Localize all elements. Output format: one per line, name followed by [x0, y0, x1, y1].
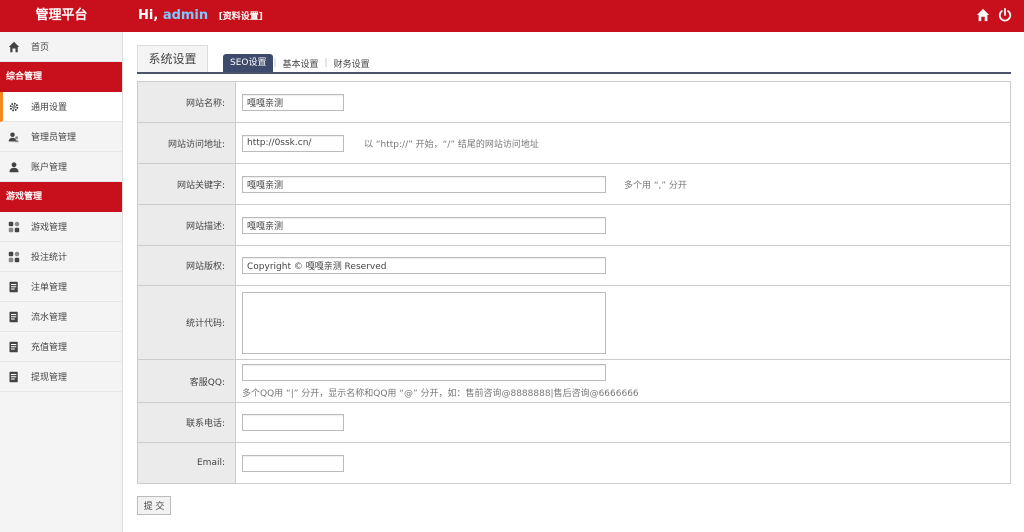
sidebar-item-label: 投注统计 [31, 253, 68, 263]
tabs-row: 系统设置 SEO设置 | 基本设置 | 财务设置 [137, 44, 1011, 74]
sidebar-item-general-settings[interactable]: 通用设置 [0, 92, 122, 122]
form-row-service-qq: 客服QQ: 多个QQ用 “|” 分开，显示名称和QQ用 “@” 分开，如：售前咨… [138, 360, 1010, 403]
greeting-prefix: Hi, [138, 8, 159, 23]
site-url-hint: 以 “http://” 开始，“/” 结尾的网站访问地址 [364, 139, 539, 150]
service-qq-input[interactable] [242, 363, 606, 381]
form-row-stats-code: 统计代码: [138, 286, 1010, 360]
tab-system-settings[interactable]: 系统设置 [137, 45, 208, 72]
sidebar-item-label: 首页 [31, 43, 50, 53]
stats-code-textarea[interactable] [242, 291, 606, 354]
tab-finance-settings[interactable]: 财务设置 [328, 57, 376, 70]
sidebar-item-withdraw[interactable]: 提现管理 [0, 362, 122, 392]
field-label: 网站版权: [138, 246, 236, 285]
keywords-input[interactable] [242, 175, 606, 193]
sidebar-item-label: 管理员管理 [31, 133, 77, 143]
top-bar: 管理平台 Hi, admin [资料设置] [0, 0, 1024, 32]
tab-seo-settings[interactable]: SEO设置 [223, 54, 274, 72]
sidebar-item-account-management[interactable]: 账户管理 [0, 152, 122, 182]
apps-icon [8, 221, 20, 233]
form-row-site-url: 网站访问地址: 以 “http://” 开始，“/” 结尾的网站访问地址 [138, 123, 1010, 164]
power-icon[interactable] [998, 8, 1012, 22]
sidebar-item-label: 游戏管理 [31, 223, 68, 233]
description-input[interactable] [242, 216, 606, 234]
apps-icon [8, 251, 20, 263]
form-row-copyright: 网站版权: [138, 246, 1010, 286]
users-icon [8, 131, 20, 143]
sidebar-item-label: 充值管理 [31, 343, 68, 353]
home-icon[interactable] [976, 8, 990, 22]
settings-form: 网站名称: 网站访问地址: 以 “http://” 开始，“/” 结尾的网站访问… [137, 81, 1011, 484]
phone-input[interactable] [242, 414, 344, 431]
form-row-site-name: 网站名称: [138, 82, 1010, 123]
field-label: 网站关键字: [138, 164, 236, 204]
field-label: Email: [138, 443, 236, 483]
field-label: 客服QQ: [138, 360, 236, 402]
sidebar-item-turnover[interactable]: 流水管理 [0, 302, 122, 332]
document-icon [8, 341, 20, 353]
document-icon [8, 281, 20, 293]
sidebar-item-label: 通用设置 [31, 103, 68, 113]
brand-title[interactable]: 管理平台 [0, 0, 123, 32]
profile-settings-link[interactable]: [资料设置] [219, 12, 263, 22]
home-icon [8, 41, 20, 53]
form-row-keywords: 网站关键字: 多个用 “,” 分开 [138, 164, 1010, 205]
sidebar-section-games: 游戏管理 [0, 182, 122, 212]
site-name-input[interactable] [242, 93, 344, 111]
gear-icon [8, 101, 20, 113]
sidebar-item-recharge[interactable]: 充值管理 [0, 332, 122, 362]
document-icon [8, 371, 20, 383]
service-qq-hint: 多个QQ用 “|” 分开，显示名称和QQ用 “@” 分开，如：售前咨询@8888… [242, 388, 639, 399]
field-label: 网站访问地址: [138, 123, 236, 163]
form-row-description: 网站描述: [138, 205, 1010, 246]
sidebar-item-game-management[interactable]: 游戏管理 [0, 212, 122, 242]
form-row-phone: 联系电话: [138, 403, 1010, 443]
field-label: 网站描述: [138, 205, 236, 245]
greeting: Hi, admin [资料设置] [138, 0, 263, 32]
copyright-input[interactable] [242, 257, 606, 274]
document-icon [8, 311, 20, 323]
user-icon [8, 161, 20, 173]
field-label: 统计代码: [138, 286, 236, 359]
top-icons [976, 8, 1012, 22]
sidebar-item-bet-stats[interactable]: 投注统计 [0, 242, 122, 272]
email-input[interactable] [242, 454, 344, 472]
sidebar-item-label: 账户管理 [31, 163, 68, 173]
main-content: 系统设置 SEO设置 | 基本设置 | 财务设置 网站名称: 网站访问地址: 以… [137, 44, 1011, 515]
sidebar: 首页 综合管理 通用设置 管理员管理 账户管理 游戏管理 游戏管理 投注统计 注… [0, 32, 123, 532]
sidebar-item-bet-orders[interactable]: 注单管理 [0, 272, 122, 302]
sidebar-item-admin-management[interactable]: 管理员管理 [0, 122, 122, 152]
username[interactable]: admin [163, 8, 208, 23]
subtabs: SEO设置 | 基本设置 | 财务设置 [223, 54, 376, 72]
sidebar-item-home[interactable]: 首页 [0, 32, 122, 62]
sidebar-item-label: 提现管理 [31, 373, 68, 383]
site-url-input[interactable] [242, 134, 344, 152]
field-label: 联系电话: [138, 403, 236, 442]
tab-basic-settings[interactable]: 基本设置 [277, 57, 325, 70]
form-row-email: Email: [138, 443, 1010, 483]
keywords-hint: 多个用 “,” 分开 [624, 180, 687, 191]
field-label: 网站名称: [138, 82, 236, 122]
sidebar-section-general: 综合管理 [0, 62, 122, 92]
submit-button[interactable]: 提 交 [137, 496, 171, 515]
sidebar-item-label: 流水管理 [31, 313, 68, 323]
sidebar-item-label: 注单管理 [31, 283, 68, 293]
